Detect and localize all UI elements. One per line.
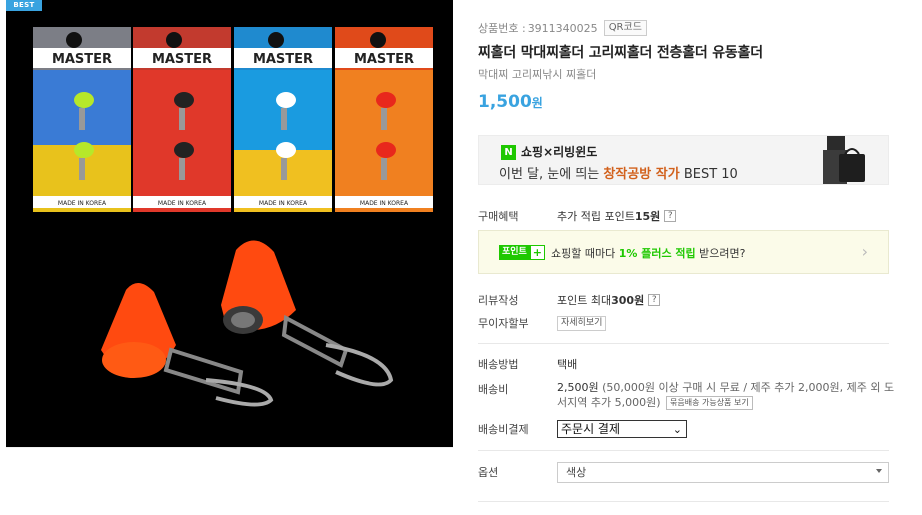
package-tag-3: MADE IN KOREA [259,200,308,207]
package-brand-1: MASTER [52,52,112,67]
shipping-payment-row: 배송비결제 [478,421,557,437]
product-code-value: 3911340025 [527,21,598,35]
section-divider [478,501,889,502]
section-divider [478,343,889,344]
interest-free-row: 무이자할부 자세히보기 [478,315,607,331]
product-photo-illustration: MASTER MASTER MASTER MASTER MADE IN KORE… [6,0,453,447]
chevron-down-icon: ⌄ [672,423,682,436]
banner-subtitle-highlight: 창작공방 작가 [603,167,680,182]
shipping-fee-value: 2,500원 (50,000원 이상 구매 시 무료 / 제주 추가 2,000… [557,380,897,410]
product-title: 찌홀더 막대찌홀더 고리찌홀더 전층홀더 유동홀더 [478,45,763,61]
review-label: 리뷰작성 [478,294,519,307]
shopping-living-window-banner[interactable]: N 쇼핑×리빙윈도 이번 달, 눈에 띄는 창작공방 작가 BEST 10 [478,135,889,185]
product-price: 1,500원 [478,92,543,112]
shipping-method-value: 택배 [557,358,578,371]
point-promo-message: 쇼핑할 때마다 1% 플러스 적립 받으려면? [551,245,745,261]
product-main-image[interactable]: MASTER MASTER MASTER MASTER MADE IN KORE… [6,0,453,447]
review-text: 포인트 최대 [557,294,612,307]
best-badge: BEST [6,0,42,11]
chevron-right-icon: › [861,242,868,261]
purchase-benefit-label: 구매혜택 [478,210,519,223]
point-badge: 포인트 + [499,245,545,260]
price-unit: 원 [531,96,543,110]
interest-free-label: 무이자할부 [478,317,529,330]
product-subtitle: 막대찌 고리찌낚시 찌홀더 [478,68,597,81]
point-msg-prefix: 쇼핑할 때마다 [551,247,619,260]
gallery-thumbnail-area [6,447,453,515]
shipping-payment-selected: 주문시 결제 [561,422,621,436]
options-row: 옵션 [478,464,557,480]
banner-title: 쇼핑×리빙윈도 [521,145,598,159]
package-brand-2: MASTER [152,52,212,67]
product-gallery: MASTER MASTER MASTER MASTER MADE IN KORE… [6,0,453,515]
product-code-label: 상품번호 : [478,22,526,35]
dropdown-triangle-icon [876,469,882,473]
purchase-benefit-value: 추가 적립 포인트 15원 ? [557,208,677,224]
price-number: 1,500 [478,92,532,112]
bag-illustration-icon [809,136,879,184]
review-amount: 300원 [611,294,645,307]
banner-subtitle-suffix: BEST 10 [679,167,738,182]
naver-n-logo: N [501,145,516,160]
review-value: 포인트 최대 300원 ? [557,292,661,308]
shipping-payment-select[interactable]: 주문시 결제 ⌄ [557,420,687,438]
product-code-row: 상품번호 : 3911340025 QR코드 [478,20,647,36]
package-tag-4: MADE IN KOREA [360,200,409,207]
benefit-amount: 15원 [634,210,661,223]
shipping-method-row: 배송방법 택배 [478,356,577,372]
interest-free-detail-button[interactable]: 자세히보기 [557,315,607,331]
plus-icon: + [529,245,545,260]
point-msg-green: 1% 플러스 적립 [618,247,696,260]
review-row: 리뷰작성 포인트 최대 300원 ? [478,292,661,308]
section-divider [478,450,889,451]
shipping-method-label: 배송방법 [478,358,519,371]
shipping-fee-main: 2,500원 [557,381,599,394]
options-label: 옵션 [478,466,499,479]
review-help-icon[interactable]: ? [648,294,661,306]
bundle-shipping-button[interactable]: 묶음배송 가능상품 보기 [666,396,753,410]
package-brand-3: MASTER [253,52,313,67]
package-tag-1: MADE IN KOREA [58,200,107,207]
package-tag-2: MADE IN KOREA [158,200,207,207]
benefit-help-icon[interactable]: ? [664,210,677,222]
qr-code-button[interactable]: QR코드 [603,20,647,36]
point-badge-label: 포인트 [499,245,530,260]
benefit-text: 추가 적립 포인트 [557,210,635,223]
point-msg-suffix: 받으려면? [695,247,746,260]
plus-point-promo[interactable]: 포인트 + 쇼핑할 때마다 1% 플러스 적립 받으려면? › [478,230,889,274]
package-brand-4: MASTER [354,52,414,67]
banner-subtitle: 이번 달, 눈에 띄는 창작공방 작가 BEST 10 [499,163,738,182]
color-option-select[interactable]: 색상 [557,462,889,483]
shipping-payment-label: 배송비결제 [478,423,529,436]
shipping-fee-label: 배송비 [478,383,509,396]
color-option-placeholder: 색상 [566,466,587,479]
purchase-benefit-row: 구매혜택 추가 적립 포인트 15원 ? [478,208,677,224]
shipping-fee-row: 배송비 [478,381,557,397]
banner-subtitle-prefix: 이번 달, 눈에 띄는 [499,167,604,182]
